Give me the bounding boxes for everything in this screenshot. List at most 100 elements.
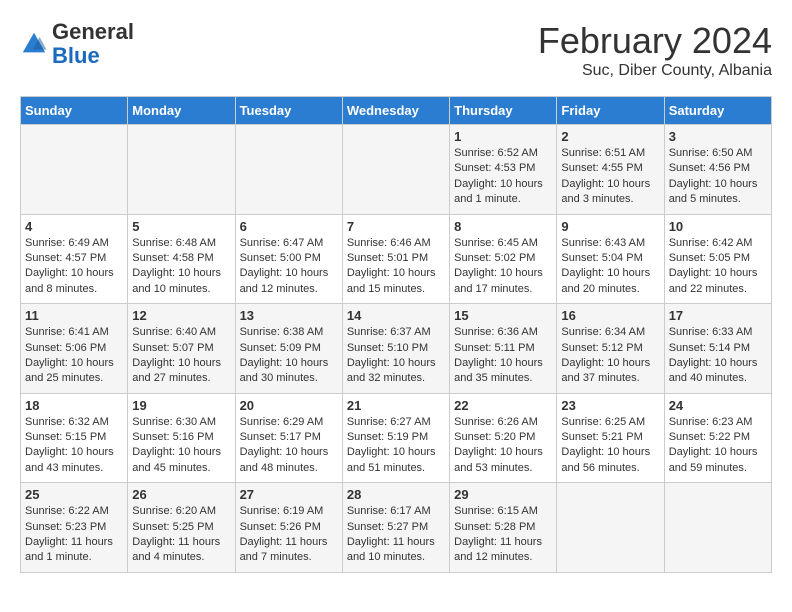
month-title: February 2024 — [538, 20, 772, 62]
calendar-cell: 18 Sunrise: 6:32 AM Sunset: 5:15 PM Dayli… — [21, 393, 128, 483]
day-number: 14 — [347, 308, 445, 323]
calendar-cell: 7 Sunrise: 6:46 AM Sunset: 5:01 PM Daylig… — [342, 214, 449, 304]
subtitle: Suc, Diber County, Albania — [538, 62, 772, 80]
day-number: 12 — [132, 308, 230, 323]
day-info: Sunrise: 6:48 AM Sunset: 4:58 PM Dayligh… — [132, 236, 230, 298]
day-number: 19 — [132, 398, 230, 413]
calendar-cell: 15Sunrise: 6:36 AM Sunset: 5:11 PM Dayli… — [450, 304, 557, 394]
calendar-cell: 3Sunrise: 6:50 AM Sunset: 4:56 PM Daylig… — [664, 125, 771, 215]
day-number: 9 — [561, 219, 659, 234]
calendar-cell: 4Sunrise: 6:49 AM Sunset: 4:57 PM Daylig… — [21, 214, 128, 304]
day-info: Sunrise: 6:30 AM Sunset: 5:16 PM Dayligh… — [132, 415, 230, 477]
day-info: Sunrise: 6:51 AM Sunset: 4:55 PM Dayligh… — [561, 146, 659, 208]
calendar-cell: 25 Sunrise: 6:22 AM Sunset: 5:23 PM Dayli… — [21, 483, 128, 573]
day-info: Sunrise: 6:47 AM Sunset: 5:00 PM Dayligh… — [240, 236, 338, 298]
day-number: 6 — [240, 219, 338, 234]
calendar-cell — [664, 483, 771, 573]
day-info: Sunrise: 6:32 AM Sunset: 5:15 PM Dayligh… — [25, 415, 123, 477]
calendar-cell: 2 Sunrise: 6:51 AM Sunset: 4:55 PM Daylig… — [557, 125, 664, 215]
day-number: 20 — [240, 398, 338, 413]
day-number: 3 — [669, 129, 767, 144]
title-block: February 2024 Suc, Diber County, Albania — [538, 20, 772, 80]
weekday-row: SundayMondayTuesdayWednesdayThursdayFrid… — [21, 97, 772, 125]
logo: General Blue — [20, 20, 134, 68]
calendar-cell — [128, 125, 235, 215]
calendar-table: SundayMondayTuesdayWednesdayThursdayFrid… — [20, 96, 772, 573]
day-info: Sunrise: 6:46 AM Sunset: 5:01 PM Dayligh… — [347, 236, 445, 298]
day-number: 13 — [240, 308, 338, 323]
weekday-header: Friday — [557, 97, 664, 125]
day-number: 25 — [25, 487, 123, 502]
day-info: Sunrise: 6:19 AM Sunset: 5:26 PM Dayligh… — [240, 504, 338, 566]
calendar-cell: 8Sunrise: 6:45 AM Sunset: 5:02 PM Daylig… — [450, 214, 557, 304]
day-info: Sunrise: 6:17 AM Sunset: 5:27 PM Dayligh… — [347, 504, 445, 566]
day-number: 17 — [669, 308, 767, 323]
logo-icon — [20, 30, 48, 58]
day-number: 22 — [454, 398, 552, 413]
day-info: Sunrise: 6:42 AM Sunset: 5:05 PM Dayligh… — [669, 236, 767, 298]
day-info: Sunrise: 6:41 AM Sunset: 5:06 PM Dayligh… — [25, 325, 123, 387]
calendar-cell: 29 Sunrise: 6:15 AM Sunset: 5:28 PM Dayli… — [450, 483, 557, 573]
day-info: Sunrise: 6:20 AM Sunset: 5:25 PM Dayligh… — [132, 504, 230, 566]
day-number: 16 — [561, 308, 659, 323]
weekday-header: Saturday — [664, 97, 771, 125]
calendar-cell: 27Sunrise: 6:19 AM Sunset: 5:26 PM Dayli… — [235, 483, 342, 573]
day-info: Sunrise: 6:45 AM Sunset: 5:02 PM Dayligh… — [454, 236, 552, 298]
weekday-header: Tuesday — [235, 97, 342, 125]
day-info: Sunrise: 6:15 AM Sunset: 5:28 PM Dayligh… — [454, 504, 552, 566]
day-info: Sunrise: 6:22 AM Sunset: 5:23 PM Dayligh… — [25, 504, 123, 566]
calendar-cell: 5Sunrise: 6:48 AM Sunset: 4:58 PM Daylig… — [128, 214, 235, 304]
day-info: Sunrise: 6:26 AM Sunset: 5:20 PM Dayligh… — [454, 415, 552, 477]
calendar-cell: 22 Sunrise: 6:26 AM Sunset: 5:20 PM Dayli… — [450, 393, 557, 483]
day-number: 18 — [25, 398, 123, 413]
page-header: General Blue February 2024 Suc, Diber Co… — [20, 20, 772, 80]
calendar-week-row: 4Sunrise: 6:49 AM Sunset: 4:57 PM Daylig… — [21, 214, 772, 304]
weekday-header: Thursday — [450, 97, 557, 125]
day-number: 10 — [669, 219, 767, 234]
day-number: 24 — [669, 398, 767, 413]
calendar-cell: 17 Sunrise: 6:33 AM Sunset: 5:14 PM Dayli… — [664, 304, 771, 394]
calendar-cell: 19 Sunrise: 6:30 AM Sunset: 5:16 PM Dayli… — [128, 393, 235, 483]
calendar-cell — [342, 125, 449, 215]
calendar-cell: 28 Sunrise: 6:17 AM Sunset: 5:27 PM Dayli… — [342, 483, 449, 573]
calendar-cell: 14Sunrise: 6:37 AM Sunset: 5:10 PM Dayli… — [342, 304, 449, 394]
calendar-week-row: 18 Sunrise: 6:32 AM Sunset: 5:15 PM Dayli… — [21, 393, 772, 483]
day-info: Sunrise: 6:29 AM Sunset: 5:17 PM Dayligh… — [240, 415, 338, 477]
day-info: Sunrise: 6:49 AM Sunset: 4:57 PM Dayligh… — [25, 236, 123, 298]
weekday-header: Monday — [128, 97, 235, 125]
logo-text: General Blue — [52, 20, 134, 68]
day-number: 2 — [561, 129, 659, 144]
calendar-cell: 9Sunrise: 6:43 AM Sunset: 5:04 PM Daylig… — [557, 214, 664, 304]
day-info: Sunrise: 6:34 AM Sunset: 5:12 PM Dayligh… — [561, 325, 659, 387]
calendar-cell: 23 Sunrise: 6:25 AM Sunset: 5:21 PM Dayli… — [557, 393, 664, 483]
day-info: Sunrise: 6:25 AM Sunset: 5:21 PM Dayligh… — [561, 415, 659, 477]
day-info: Sunrise: 6:40 AM Sunset: 5:07 PM Dayligh… — [132, 325, 230, 387]
day-number: 1 — [454, 129, 552, 144]
day-info: Sunrise: 6:52 AM Sunset: 4:53 PM Dayligh… — [454, 146, 552, 208]
calendar-cell: 21 Sunrise: 6:27 AM Sunset: 5:19 PM Dayli… — [342, 393, 449, 483]
calendar-cell: 1 Sunrise: 6:52 AM Sunset: 4:53 PM Daylig… — [450, 125, 557, 215]
day-number: 23 — [561, 398, 659, 413]
calendar-week-row: 1 Sunrise: 6:52 AM Sunset: 4:53 PM Daylig… — [21, 125, 772, 215]
day-info: Sunrise: 6:36 AM Sunset: 5:11 PM Dayligh… — [454, 325, 552, 387]
calendar-cell: 11 Sunrise: 6:41 AM Sunset: 5:06 PM Dayli… — [21, 304, 128, 394]
calendar-week-row: 25 Sunrise: 6:22 AM Sunset: 5:23 PM Dayli… — [21, 483, 772, 573]
day-info: Sunrise: 6:27 AM Sunset: 5:19 PM Dayligh… — [347, 415, 445, 477]
calendar-body: 1 Sunrise: 6:52 AM Sunset: 4:53 PM Daylig… — [21, 125, 772, 573]
calendar-header: SundayMondayTuesdayWednesdayThursdayFrid… — [21, 97, 772, 125]
calendar-cell: 6 Sunrise: 6:47 AM Sunset: 5:00 PM Daylig… — [235, 214, 342, 304]
day-number: 21 — [347, 398, 445, 413]
weekday-header: Wednesday — [342, 97, 449, 125]
calendar-cell: 12 Sunrise: 6:40 AM Sunset: 5:07 PM Dayli… — [128, 304, 235, 394]
day-info: Sunrise: 6:38 AM Sunset: 5:09 PM Dayligh… — [240, 325, 338, 387]
day-number: 28 — [347, 487, 445, 502]
calendar-cell: 16 Sunrise: 6:34 AM Sunset: 5:12 PM Dayli… — [557, 304, 664, 394]
day-number: 11 — [25, 308, 123, 323]
calendar-cell — [235, 125, 342, 215]
day-number: 29 — [454, 487, 552, 502]
day-info: Sunrise: 6:23 AM Sunset: 5:22 PM Dayligh… — [669, 415, 767, 477]
day-info: Sunrise: 6:33 AM Sunset: 5:14 PM Dayligh… — [669, 325, 767, 387]
calendar-cell: 13 Sunrise: 6:38 AM Sunset: 5:09 PM Dayli… — [235, 304, 342, 394]
weekday-header: Sunday — [21, 97, 128, 125]
day-number: 7 — [347, 219, 445, 234]
